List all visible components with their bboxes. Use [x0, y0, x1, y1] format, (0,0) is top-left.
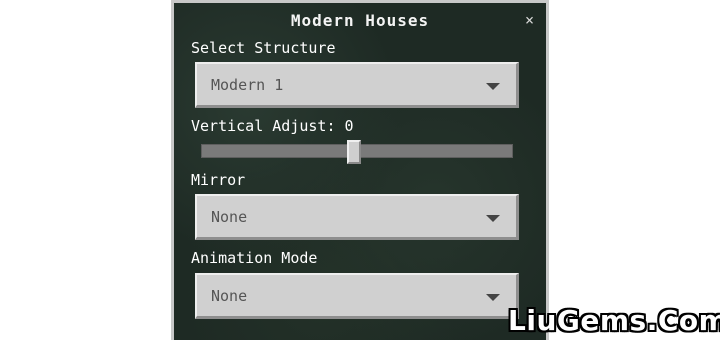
vertical-adjust-label: Vertical Adjust: 0 — [191, 117, 354, 135]
modern-houses-dialog: Modern Houses × Select Structure Modern … — [171, 0, 549, 340]
dialog-title: Modern Houses — [290, 11, 430, 30]
close-icon[interactable]: × — [525, 11, 534, 29]
animation-mode-dropdown[interactable]: None — [195, 273, 519, 319]
chevron-down-icon — [486, 215, 500, 222]
select-structure-label: Select Structure — [191, 39, 336, 57]
form-scroll-area[interactable]: Select Structure Modern 1 Vertical Adjus… — [187, 37, 537, 343]
animation-mode-value: None — [211, 287, 248, 305]
structure-value: Modern 1 — [211, 76, 284, 94]
mirror-dropdown[interactable]: None — [195, 194, 519, 240]
structure-dropdown[interactable]: Modern 1 — [195, 62, 519, 108]
chevron-down-icon — [486, 294, 500, 301]
mirror-value: None — [211, 208, 248, 226]
watermark: LiuGems.Com — [508, 304, 720, 337]
vertical-adjust-slider-thumb[interactable] — [347, 140, 361, 164]
animation-mode-label: Animation Mode — [191, 249, 318, 267]
mirror-label: Mirror — [191, 171, 246, 189]
chevron-down-icon — [486, 83, 500, 90]
